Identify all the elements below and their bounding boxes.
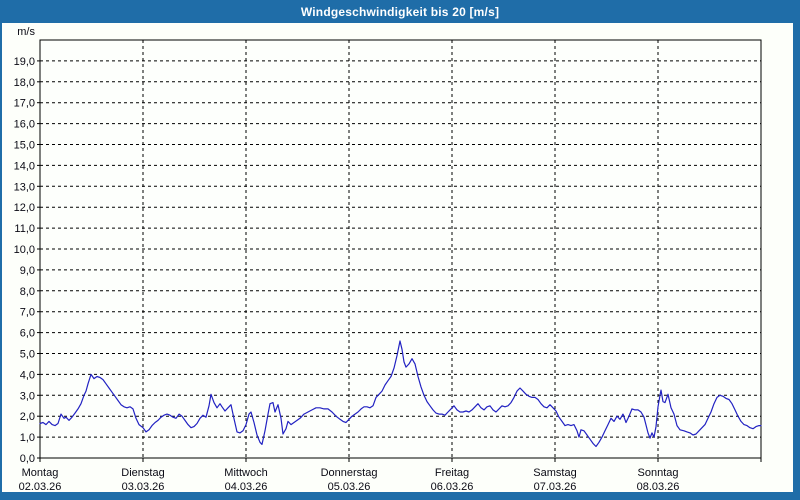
day-name-label: Dienstag bbox=[121, 467, 164, 479]
day-date-label: 04.03.26 bbox=[225, 481, 268, 493]
y-tick-label: 2,0 bbox=[20, 411, 35, 423]
y-tick-label: 8,0 bbox=[20, 286, 35, 298]
day-date-label: 07.03.26 bbox=[534, 481, 577, 493]
y-tick-label: 15,0 bbox=[14, 140, 35, 152]
day-date-label: 06.03.26 bbox=[431, 481, 474, 493]
y-tick-label: 11,0 bbox=[14, 223, 35, 235]
y-tick-label: 16,0 bbox=[14, 119, 35, 131]
y-tick-label: 18,0 bbox=[14, 77, 35, 89]
day-name-label: Sonntag bbox=[638, 467, 679, 479]
y-tick-label: 4,0 bbox=[20, 369, 35, 381]
y-tick-label: 13,0 bbox=[14, 181, 35, 193]
y-tick-label: 19,0 bbox=[14, 56, 35, 68]
day-name-label: Mittwoch bbox=[224, 467, 267, 479]
day-date-label: 03.03.26 bbox=[122, 481, 165, 493]
y-tick-label: 17,0 bbox=[14, 98, 35, 110]
y-tick-label: 10,0 bbox=[14, 244, 35, 256]
y-tick-label: 1,0 bbox=[20, 432, 35, 444]
day-name-label: Samstag bbox=[533, 467, 576, 479]
day-name-label: Donnerstag bbox=[321, 467, 378, 479]
y-tick-label: 3,0 bbox=[20, 390, 35, 402]
y-tick-label: 5,0 bbox=[20, 349, 35, 361]
y-tick-label: 12,0 bbox=[14, 202, 35, 214]
day-date-label: 02.03.26 bbox=[19, 481, 62, 493]
app-window: Windgeschwindigkeit bis 20 [m/s] 0,0 1,0 2… bbox=[0, 0, 800, 500]
y-tick-label: 6,0 bbox=[20, 328, 35, 340]
y-tick-label: 9,0 bbox=[20, 265, 35, 277]
day-name-label: Freitag bbox=[435, 467, 469, 479]
day-date-label: 08.03.26 bbox=[637, 481, 680, 493]
day-date-label: 05.03.26 bbox=[328, 481, 371, 493]
y-tick-label: 0,0 bbox=[20, 453, 35, 465]
y-axis-unit-label: m/s bbox=[17, 26, 35, 38]
wind-speed-chart: 0,0 1,0 2,0 3,0 4,0 5,0 6,0 7,0 8,0 9,0 10,0 11,0 12… bbox=[14, 26, 762, 493]
day-name-label: Montag bbox=[22, 467, 59, 479]
y-tick-label: 7,0 bbox=[20, 307, 35, 319]
y-tick-label: 14,0 bbox=[14, 160, 35, 172]
